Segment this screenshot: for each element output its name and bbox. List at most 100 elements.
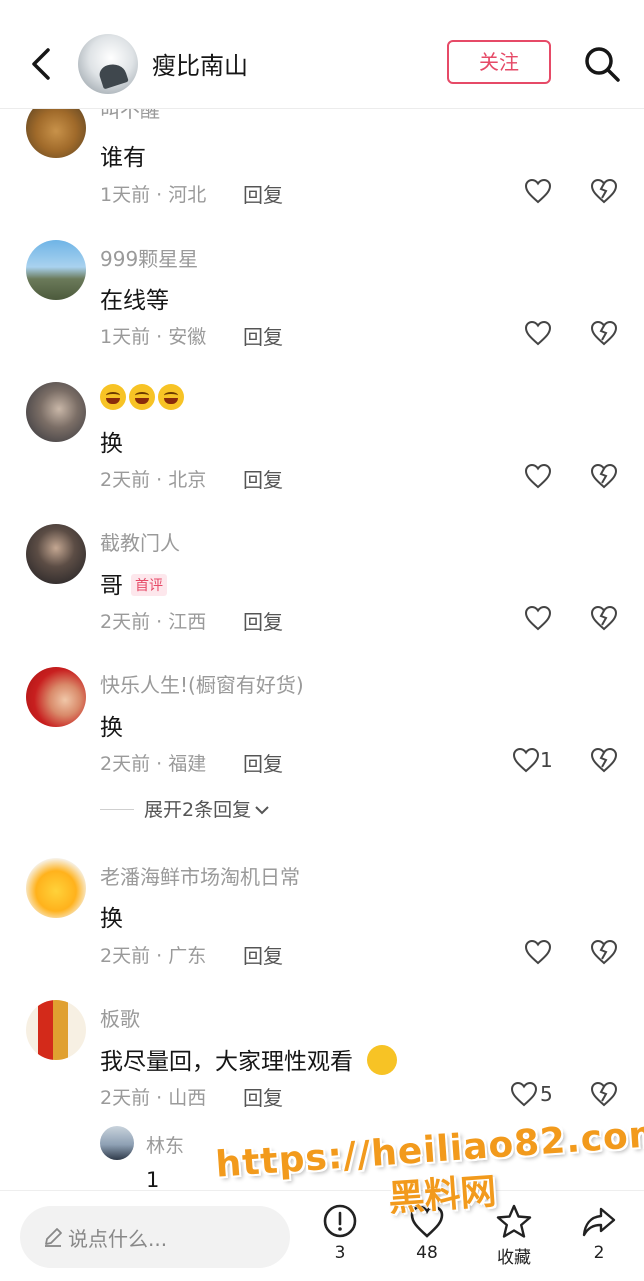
like-count: 1 xyxy=(540,748,553,772)
expand-replies-label: 展开2条回复 xyxy=(144,799,252,821)
broken-heart-icon[interactable] xyxy=(590,178,618,204)
search-icon[interactable] xyxy=(582,44,622,84)
meta-separator: · xyxy=(150,611,169,633)
heart-icon[interactable] xyxy=(524,320,552,346)
comment-time: 1天前 xyxy=(100,326,151,348)
broken-heart-icon[interactable] xyxy=(590,939,618,965)
heart-icon[interactable] xyxy=(510,1081,538,1107)
reply-button[interactable]: 回复 xyxy=(243,606,283,635)
heart-icon[interactable] xyxy=(524,605,552,631)
broken-heart-icon[interactable] xyxy=(590,463,618,489)
comment-location: 广东 xyxy=(168,945,207,967)
comment-time: 2天前 xyxy=(100,469,151,491)
comment-time: 1天前 xyxy=(100,184,151,206)
comment-text-body: 哥 xyxy=(100,573,123,599)
comment-time: 2天前 xyxy=(100,945,151,967)
meta-separator: · xyxy=(150,753,169,775)
grin-emoji-icon xyxy=(129,384,155,410)
favorite-label: 收藏 xyxy=(497,1248,531,1268)
bottom-action-bar: 说点什么... 3 48 收藏 2 xyxy=(0,1190,644,1281)
comment-location: 北京 xyxy=(168,469,207,491)
user-avatar[interactable] xyxy=(26,524,86,584)
follow-button[interactable]: 关注 xyxy=(447,40,551,84)
reply-button[interactable]: 回复 xyxy=(243,464,283,493)
comment-username[interactable]: 截教门人 xyxy=(100,527,180,556)
like-count: 48 xyxy=(416,1243,438,1263)
heart-icon xyxy=(410,1205,444,1238)
comment-username[interactable]: 板歌 xyxy=(100,1003,140,1032)
comment-text-body: 我尽量回，大家理性观看 xyxy=(100,1049,353,1075)
user-avatar[interactable] xyxy=(26,240,86,300)
comment-text[interactable]: 哥首评 xyxy=(100,566,167,600)
comment-emoji-row xyxy=(100,384,187,415)
watermark-url: https://heiliao82.com xyxy=(214,1113,644,1186)
comment-text[interactable]: 1 xyxy=(146,1168,159,1192)
author-name[interactable]: 瘦比南山 xyxy=(152,46,248,81)
reply-button[interactable]: 回复 xyxy=(243,748,283,777)
reply-button[interactable]: 回复 xyxy=(243,1082,283,1111)
comment-input-placeholder: 说点什么... xyxy=(68,1227,168,1251)
favorite-button[interactable]: 收藏 xyxy=(484,1203,544,1268)
meta-separator: · xyxy=(150,469,169,491)
comment-username[interactable]: 999颗星星 xyxy=(100,243,198,272)
author-avatar[interactable] xyxy=(78,34,138,94)
reply-button[interactable]: 回复 xyxy=(243,321,283,350)
comment-input[interactable]: 说点什么... xyxy=(20,1206,290,1268)
comment-meta: 2天前 · 江西 xyxy=(100,607,206,634)
comment-username[interactable]: 林东 xyxy=(146,1131,184,1158)
comment-meta: 2天前 · 北京 xyxy=(100,465,206,492)
comment-meta: 2天前 · 山西 xyxy=(100,1083,206,1110)
broken-heart-icon[interactable] xyxy=(590,1081,618,1107)
share-arrow-icon xyxy=(582,1207,616,1237)
comment-text[interactable]: 换 xyxy=(100,424,123,458)
broken-heart-icon[interactable] xyxy=(590,747,618,773)
meta-separator: · xyxy=(150,1087,169,1109)
comment-text[interactable]: 换 xyxy=(100,899,123,933)
comment-count: 3 xyxy=(334,1243,346,1263)
meta-separator: · xyxy=(150,945,169,967)
comment-location: 江西 xyxy=(168,611,207,633)
user-avatar[interactable] xyxy=(26,382,86,442)
grin-emoji-icon xyxy=(158,384,184,410)
comment-meta: 1天前 · 河北 xyxy=(100,180,206,207)
heart-icon[interactable] xyxy=(524,463,552,489)
comment-meta: 2天前 · 广东 xyxy=(100,941,206,968)
user-avatar[interactable] xyxy=(26,667,86,727)
comment-text[interactable]: 换 xyxy=(100,708,123,742)
top-header: 瘦比南山 关注 xyxy=(0,0,644,109)
comment-username[interactable]: 老潘海鲜市场淘机日常 xyxy=(100,861,300,890)
reply-button[interactable]: 回复 xyxy=(243,179,283,208)
comment-count-button[interactable]: 3 xyxy=(310,1203,370,1263)
star-icon xyxy=(496,1204,532,1238)
comment-bubble-icon xyxy=(323,1204,357,1238)
comment-location: 河北 xyxy=(168,184,207,206)
chevron-down-icon xyxy=(255,806,269,815)
comment-location: 山西 xyxy=(168,1087,207,1109)
meta-separator: · xyxy=(150,184,169,206)
broken-heart-icon[interactable] xyxy=(590,605,618,631)
user-avatar[interactable] xyxy=(26,1000,86,1060)
user-avatar[interactable] xyxy=(26,858,86,918)
back-arrow-icon[interactable] xyxy=(26,44,56,84)
heart-icon[interactable] xyxy=(524,939,552,965)
comment-text[interactable]: 在线等 xyxy=(100,281,169,315)
heart-icon[interactable] xyxy=(512,747,540,773)
heart-icon[interactable] xyxy=(524,178,552,204)
comment-time: 2天前 xyxy=(100,753,151,775)
comment-username[interactable]: 快乐人生!(橱窗有好货) xyxy=(100,669,304,698)
broken-heart-icon[interactable] xyxy=(590,320,618,346)
comment-time: 2天前 xyxy=(100,1087,151,1109)
comment-location: 安徽 xyxy=(168,326,207,348)
pencil-icon xyxy=(45,1228,62,1247)
reply-button[interactable]: 回复 xyxy=(243,940,283,969)
divider xyxy=(100,809,134,810)
like-button[interactable]: 48 xyxy=(397,1203,457,1263)
comment-text[interactable]: 谁有 xyxy=(100,138,146,172)
comment-meta: 2天前 · 福建 xyxy=(100,749,206,776)
share-count: 2 xyxy=(593,1243,605,1263)
share-button[interactable]: 2 xyxy=(569,1203,629,1263)
comment-text[interactable]: 我尽量回，大家理性观看 xyxy=(100,1042,397,1076)
user-avatar[interactable] xyxy=(100,1126,134,1160)
meta-separator: · xyxy=(150,326,169,348)
expand-replies-button[interactable]: 展开2条回复 xyxy=(100,795,270,822)
